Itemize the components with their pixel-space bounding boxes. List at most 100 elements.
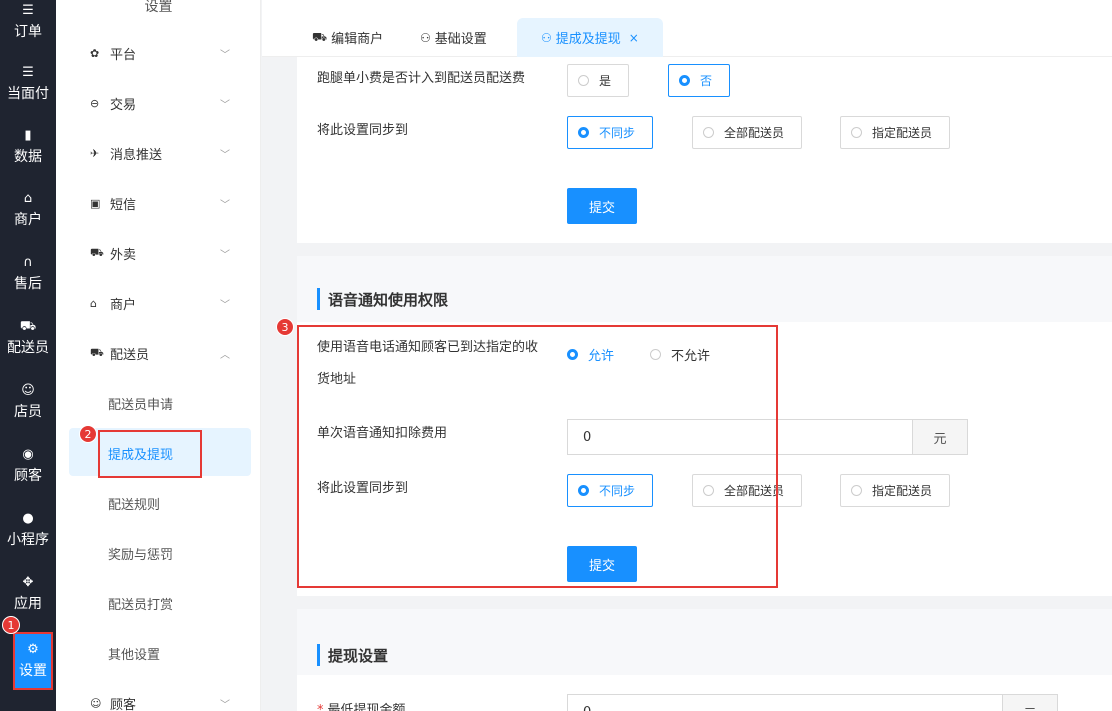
nav-label: 应用 xyxy=(14,595,42,612)
option-no[interactable]: 否 xyxy=(668,64,730,97)
nav-label: 订单 xyxy=(14,23,42,40)
nav-item-settings[interactable]: ⚙ 设置 xyxy=(13,632,53,690)
nav-item-data[interactable]: ▮ 数据 xyxy=(0,117,56,177)
nav-label: 顾客 xyxy=(14,467,42,484)
list-icon: ☰ xyxy=(22,2,34,18)
nav-label: 店员 xyxy=(14,403,42,420)
option-label: 指定配送员 xyxy=(872,484,933,498)
menu-item-other-settings[interactable]: 其他设置 xyxy=(108,644,160,663)
section-title: 语音通知使用权限 xyxy=(317,288,448,310)
nav-label: 配送员 xyxy=(7,339,49,356)
chevron-down-icon: ﹀ xyxy=(220,249,230,261)
nav-label: 设置 xyxy=(19,662,47,679)
min-withdraw-input[interactable]: 0 xyxy=(567,694,1002,711)
tab-edit-merchant[interactable]: ⛟ 编辑商户 xyxy=(312,18,383,57)
left-nav: ☰ 订单 ☰ 当面付 ▮ 数据 ⌂ 商户 ∩ 售后 ⛟ 配送员 ☺ 店员 ◉ 顾… xyxy=(0,0,56,711)
sync-option-specific[interactable]: 指定配送员 xyxy=(840,474,950,507)
user-settings-icon: ⚇ xyxy=(541,30,552,45)
store-icon: ⌂ xyxy=(23,190,33,206)
submit-button[interactable]: 提交 xyxy=(567,188,637,224)
nav-label: 当面付 xyxy=(7,85,49,102)
wechat-icon: ● xyxy=(22,510,34,526)
menu-group-takeout[interactable]: ⛟ 外卖 ﹀ xyxy=(90,243,260,263)
tab-basic-settings[interactable]: ⚇ 基础设置 xyxy=(420,18,487,57)
menu-item-courier-tips[interactable]: 配送员打赏 xyxy=(108,594,173,613)
sync-option-all[interactable]: 全部配送员 xyxy=(692,116,802,149)
nav-item-staff[interactable]: ☺ 店员 xyxy=(0,372,56,432)
chevron-up-icon: ︿ xyxy=(220,349,230,361)
min-withdraw-label: * 最低提现金额 xyxy=(317,695,406,711)
menu-group-merchants[interactable]: ⌂ 商户 ﹀ xyxy=(90,293,260,313)
menu-group-couriers[interactable]: ⛟ 配送员 ︿ xyxy=(90,343,260,363)
option-label: 指定配送员 xyxy=(872,126,933,140)
nav-item-apps[interactable]: ✥ 应用 xyxy=(0,564,56,624)
menu-group-trade[interactable]: ⊖ 交易 ﹀ xyxy=(90,93,260,113)
tab-label: 提成及提现 xyxy=(555,32,621,47)
user-settings-icon: ⚇ xyxy=(420,30,431,45)
send-icon: ✈ xyxy=(90,146,100,160)
menu-group-label: 平台 xyxy=(110,47,137,63)
chevron-down-icon: ﹀ xyxy=(220,199,230,211)
menu-item-delivery-rules[interactable]: 配送规则 xyxy=(108,494,160,513)
close-icon[interactable]: × xyxy=(629,31,639,45)
sync-option-specific[interactable]: 指定配送员 xyxy=(840,116,950,149)
scooter-icon: ⛟ xyxy=(90,245,104,259)
nav-label: 商户 xyxy=(14,211,42,228)
option-label: 否 xyxy=(700,74,713,88)
card-tip-settings: 跑腿单小费是否计入到配送员配送费 是 否 将此设置同步到 不同步 全部配送员 指… xyxy=(297,57,1112,243)
menu-group-customers[interactable]: ☺ 顾客 ﹀ xyxy=(90,693,260,711)
scooter-icon: ⛟ xyxy=(19,318,37,334)
submenu-title: 设置 xyxy=(144,0,173,15)
scooter-icon: ⛟ xyxy=(312,29,328,44)
nav-item-after-sales[interactable]: ∩ 售后 xyxy=(0,244,56,304)
menu-item-rewards-penalties[interactable]: 奖励与惩罚 xyxy=(108,544,173,563)
menu-group-label: 顾客 xyxy=(110,697,137,711)
nav-item-customers[interactable]: ◉ 顾客 xyxy=(0,436,56,496)
section-title: 提现设置 xyxy=(317,644,388,666)
sync-label: 将此设置同步到 xyxy=(317,123,409,138)
nav-item-face-pay[interactable]: ☰ 当面付 xyxy=(0,54,56,114)
required-mark: * xyxy=(317,703,324,711)
tab-bar: ⛟ 编辑商户 ⚇ 基础设置 ⚇ 提成及提现 × xyxy=(262,0,1112,57)
sync-option-none[interactable]: 不同步 xyxy=(567,116,653,149)
apps-icon: ✥ xyxy=(22,574,34,590)
menu-item-courier-apply[interactable]: 配送员申请 xyxy=(108,394,173,413)
nav-item-merchants[interactable]: ⌂ 商户 xyxy=(0,180,56,240)
main-content: 跑腿单小费是否计入到配送员配送费 是 否 将此设置同步到 不同步 全部配送员 指… xyxy=(262,57,1112,711)
menu-group-label: 交易 xyxy=(110,97,137,113)
nav-label: 数据 xyxy=(14,148,42,165)
min-withdraw-input-group: 0 元 xyxy=(567,694,1058,711)
min-withdraw-unit: 元 xyxy=(1002,694,1058,711)
scooter-icon: ⛟ xyxy=(90,345,104,359)
option-yes[interactable]: 是 xyxy=(567,64,629,97)
tab-label: 编辑商户 xyxy=(331,32,384,47)
tip-included-label: 跑腿单小费是否计入到配送员配送费 xyxy=(317,71,526,86)
step-badge-2: 2 xyxy=(79,425,97,443)
nav-item-orders[interactable]: ☰ 订单 xyxy=(0,0,56,52)
step-badge-3: 3 xyxy=(276,318,294,336)
radio-icon xyxy=(851,485,862,496)
menu-group-sms[interactable]: ▣ 短信 ﹀ xyxy=(90,193,260,213)
highlight-box-menu xyxy=(98,430,202,478)
gear-icon: ✿ xyxy=(90,46,100,60)
menu-group-label: 短信 xyxy=(110,197,137,213)
customer-icon: ☺ xyxy=(90,696,102,710)
nav-label: 小程序 xyxy=(7,531,49,548)
menu-group-platform[interactable]: ✿ 平台 ﹀ xyxy=(90,43,260,63)
tab-label: 基础设置 xyxy=(434,32,487,47)
bar-chart-icon: ▮ xyxy=(24,127,32,143)
menu-group-label: 商户 xyxy=(110,297,137,313)
list-icon: ☰ xyxy=(22,64,34,80)
menu-group-push[interactable]: ✈ 消息推送 ﹀ xyxy=(90,143,260,163)
nav-item-mini-program[interactable]: ● 小程序 xyxy=(0,500,56,560)
radio-icon xyxy=(703,127,714,138)
nav-item-couriers[interactable]: ⛟ 配送员 xyxy=(0,308,56,368)
fee-unit: 元 xyxy=(912,419,968,455)
step-badge-1: 1 xyxy=(2,616,20,634)
menu-group-label: 外卖 xyxy=(110,247,137,263)
store-icon: ⌂ xyxy=(90,296,97,310)
trade-icon: ⊖ xyxy=(90,96,100,110)
radio-selected-icon xyxy=(679,75,690,86)
option-label: 全部配送员 xyxy=(724,126,785,140)
tab-commission-withdraw[interactable]: ⚇ 提成及提现 × xyxy=(517,18,663,57)
